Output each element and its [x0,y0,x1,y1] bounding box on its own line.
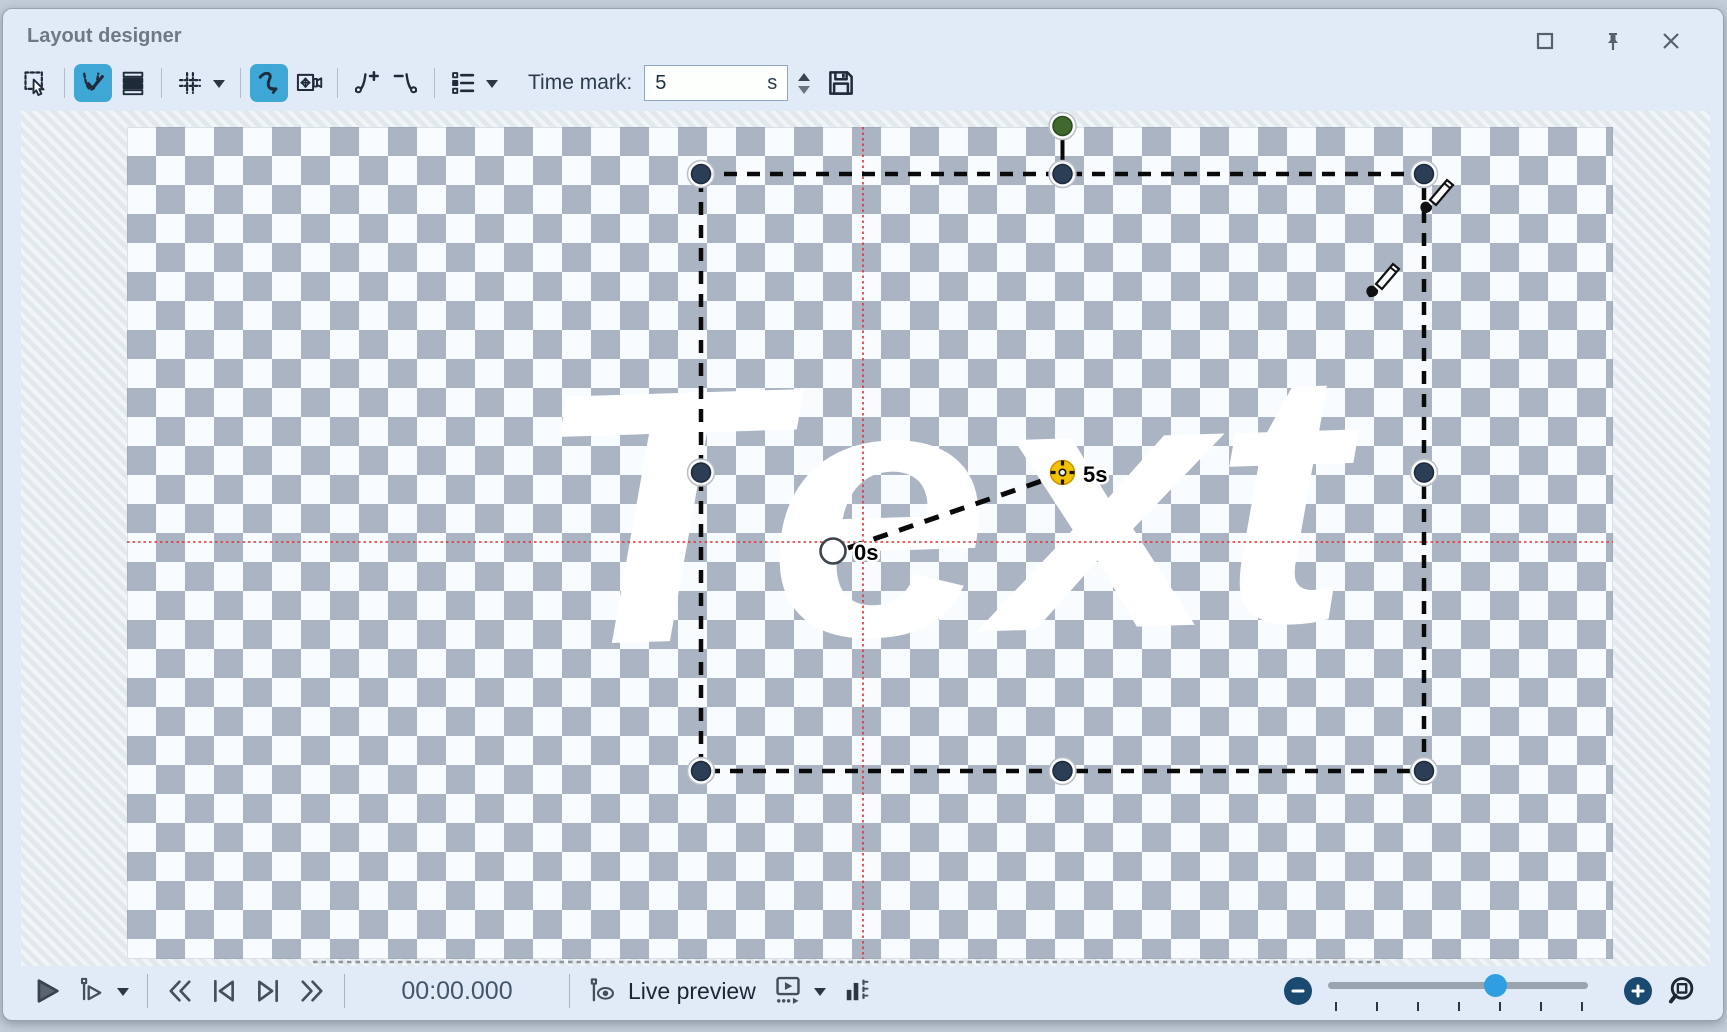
time-mark-input[interactable] [655,72,767,95]
preview-options-dropdown-arrow[interactable] [814,988,826,1002]
stack-order-button[interactable] [114,64,152,102]
toolbar-separator [240,68,241,98]
play-button[interactable] [27,971,67,1011]
layout-designer-window: Layout designer [2,8,1724,1021]
transport-separator [344,974,345,1008]
stack-order-icon [119,69,147,97]
toolbar-separator [161,68,162,98]
rewind-button[interactable] [160,971,200,1011]
save-button[interactable] [822,64,860,102]
next-frame-icon [251,976,285,1006]
rewind-icon [163,976,197,1006]
selection-handle-bottom-right[interactable] [1411,758,1438,785]
maximize-icon [1533,29,1557,53]
spinner-up-arrow[interactable] [798,67,810,81]
time-display: 00:00.000 [357,977,557,1006]
list-dropdown-arrow[interactable] [486,80,498,94]
keyframe-end-label: 5s [1083,462,1107,487]
preview-window-button[interactable] [768,971,808,1011]
keyframe-end-marker[interactable] [1051,461,1075,485]
design-area[interactable]: Text [21,111,1710,966]
motion-curve-toggle-icon [79,69,107,97]
selection-handle-top-right[interactable] [1411,161,1438,188]
toolbar-separator [434,68,435,98]
selection-handle-top-middle[interactable] [1049,161,1076,188]
next-frame-button[interactable] [248,971,288,1011]
zoom-slider-thumb[interactable] [1484,974,1507,997]
remove-curve-point-button[interactable] [387,64,425,102]
grid-dropdown-arrow[interactable] [213,80,225,94]
time-mark-unit: s [767,72,777,95]
time-mark-field: s [644,65,788,101]
play-from-marker-button[interactable] [71,971,111,1011]
grid-icon [176,69,204,97]
transport-separator [569,974,570,1008]
save-icon [826,68,856,98]
fast-forward-icon [295,976,329,1006]
zoom-slider-ticks [1326,1002,1586,1012]
previous-frame-button[interactable] [204,971,244,1011]
selection-handle-bottom-left[interactable] [688,758,715,785]
list-options-icon [449,69,477,97]
grid-button[interactable] [171,64,209,102]
select-tool-button[interactable] [17,64,55,102]
keyframe-start-label: 0s [854,540,878,565]
toolbar-separator [64,68,65,98]
pin-icon [1601,29,1625,53]
window-title: Layout designer [27,25,181,48]
spinner-down-arrow[interactable] [798,86,810,100]
selection-overlay: 0s 5s [21,111,1710,966]
s-curve-path-button[interactable] [250,64,288,102]
zoom-fit-button[interactable] [1664,971,1704,1011]
play-icon [32,976,62,1006]
zoom-in-button[interactable] [1624,977,1652,1005]
selection-handle-middle-left[interactable] [688,459,715,486]
add-curve-point-button[interactable] [347,64,385,102]
play-options-dropdown-arrow[interactable] [117,988,129,1002]
pin-eye-icon [586,976,618,1006]
motion-path[interactable] [848,476,1056,548]
camera-pan-button[interactable] [290,64,328,102]
zoom-slider-track[interactable] [1328,982,1588,989]
zoom-out-button[interactable] [1284,977,1312,1005]
live-preview-toggle[interactable] [582,971,622,1011]
add-curve-point-icon [352,69,380,97]
stats-button[interactable] [836,971,876,1011]
s-curve-path-icon [255,69,283,97]
time-mark-spinner [798,67,810,100]
previous-frame-icon [207,976,241,1006]
fast-forward-button[interactable] [292,971,332,1011]
zoom-in-icon [1630,983,1646,999]
paintbrush-cursor-icon [1366,264,1399,297]
transport-bar: 00:00.000 Live preview [21,968,1710,1014]
motion-curve-toggle-button[interactable] [74,64,112,102]
selection-handle-top-left[interactable] [688,161,715,188]
selection-handle-bottom-middle[interactable] [1049,758,1076,785]
play-from-marker-icon [76,976,106,1006]
main-toolbar: Time mark: s [17,61,860,105]
preview-window-icon [771,975,805,1007]
keyframe-start-marker[interactable] [821,539,846,564]
zoom-slider [1326,970,1610,1012]
rotation-handle[interactable] [1049,113,1076,140]
stats-bars-icon [841,976,871,1006]
camera-pan-icon [295,69,323,97]
select-tool-icon [22,69,50,97]
transport-separator [147,974,148,1008]
pin-button[interactable] [1599,27,1627,55]
toolbar-separator [337,68,338,98]
maximize-button[interactable] [1531,27,1559,55]
time-mark-label: Time mark: [528,71,632,95]
close-button[interactable] [1657,27,1685,55]
selection-handle-middle-right[interactable] [1411,459,1438,486]
zoom-fit-icon [1667,974,1701,1008]
list-options-button[interactable] [444,64,482,102]
live-preview-label: Live preview [628,978,756,1005]
zoom-out-icon [1290,983,1306,999]
close-icon [1659,29,1683,53]
remove-curve-point-icon [392,69,420,97]
